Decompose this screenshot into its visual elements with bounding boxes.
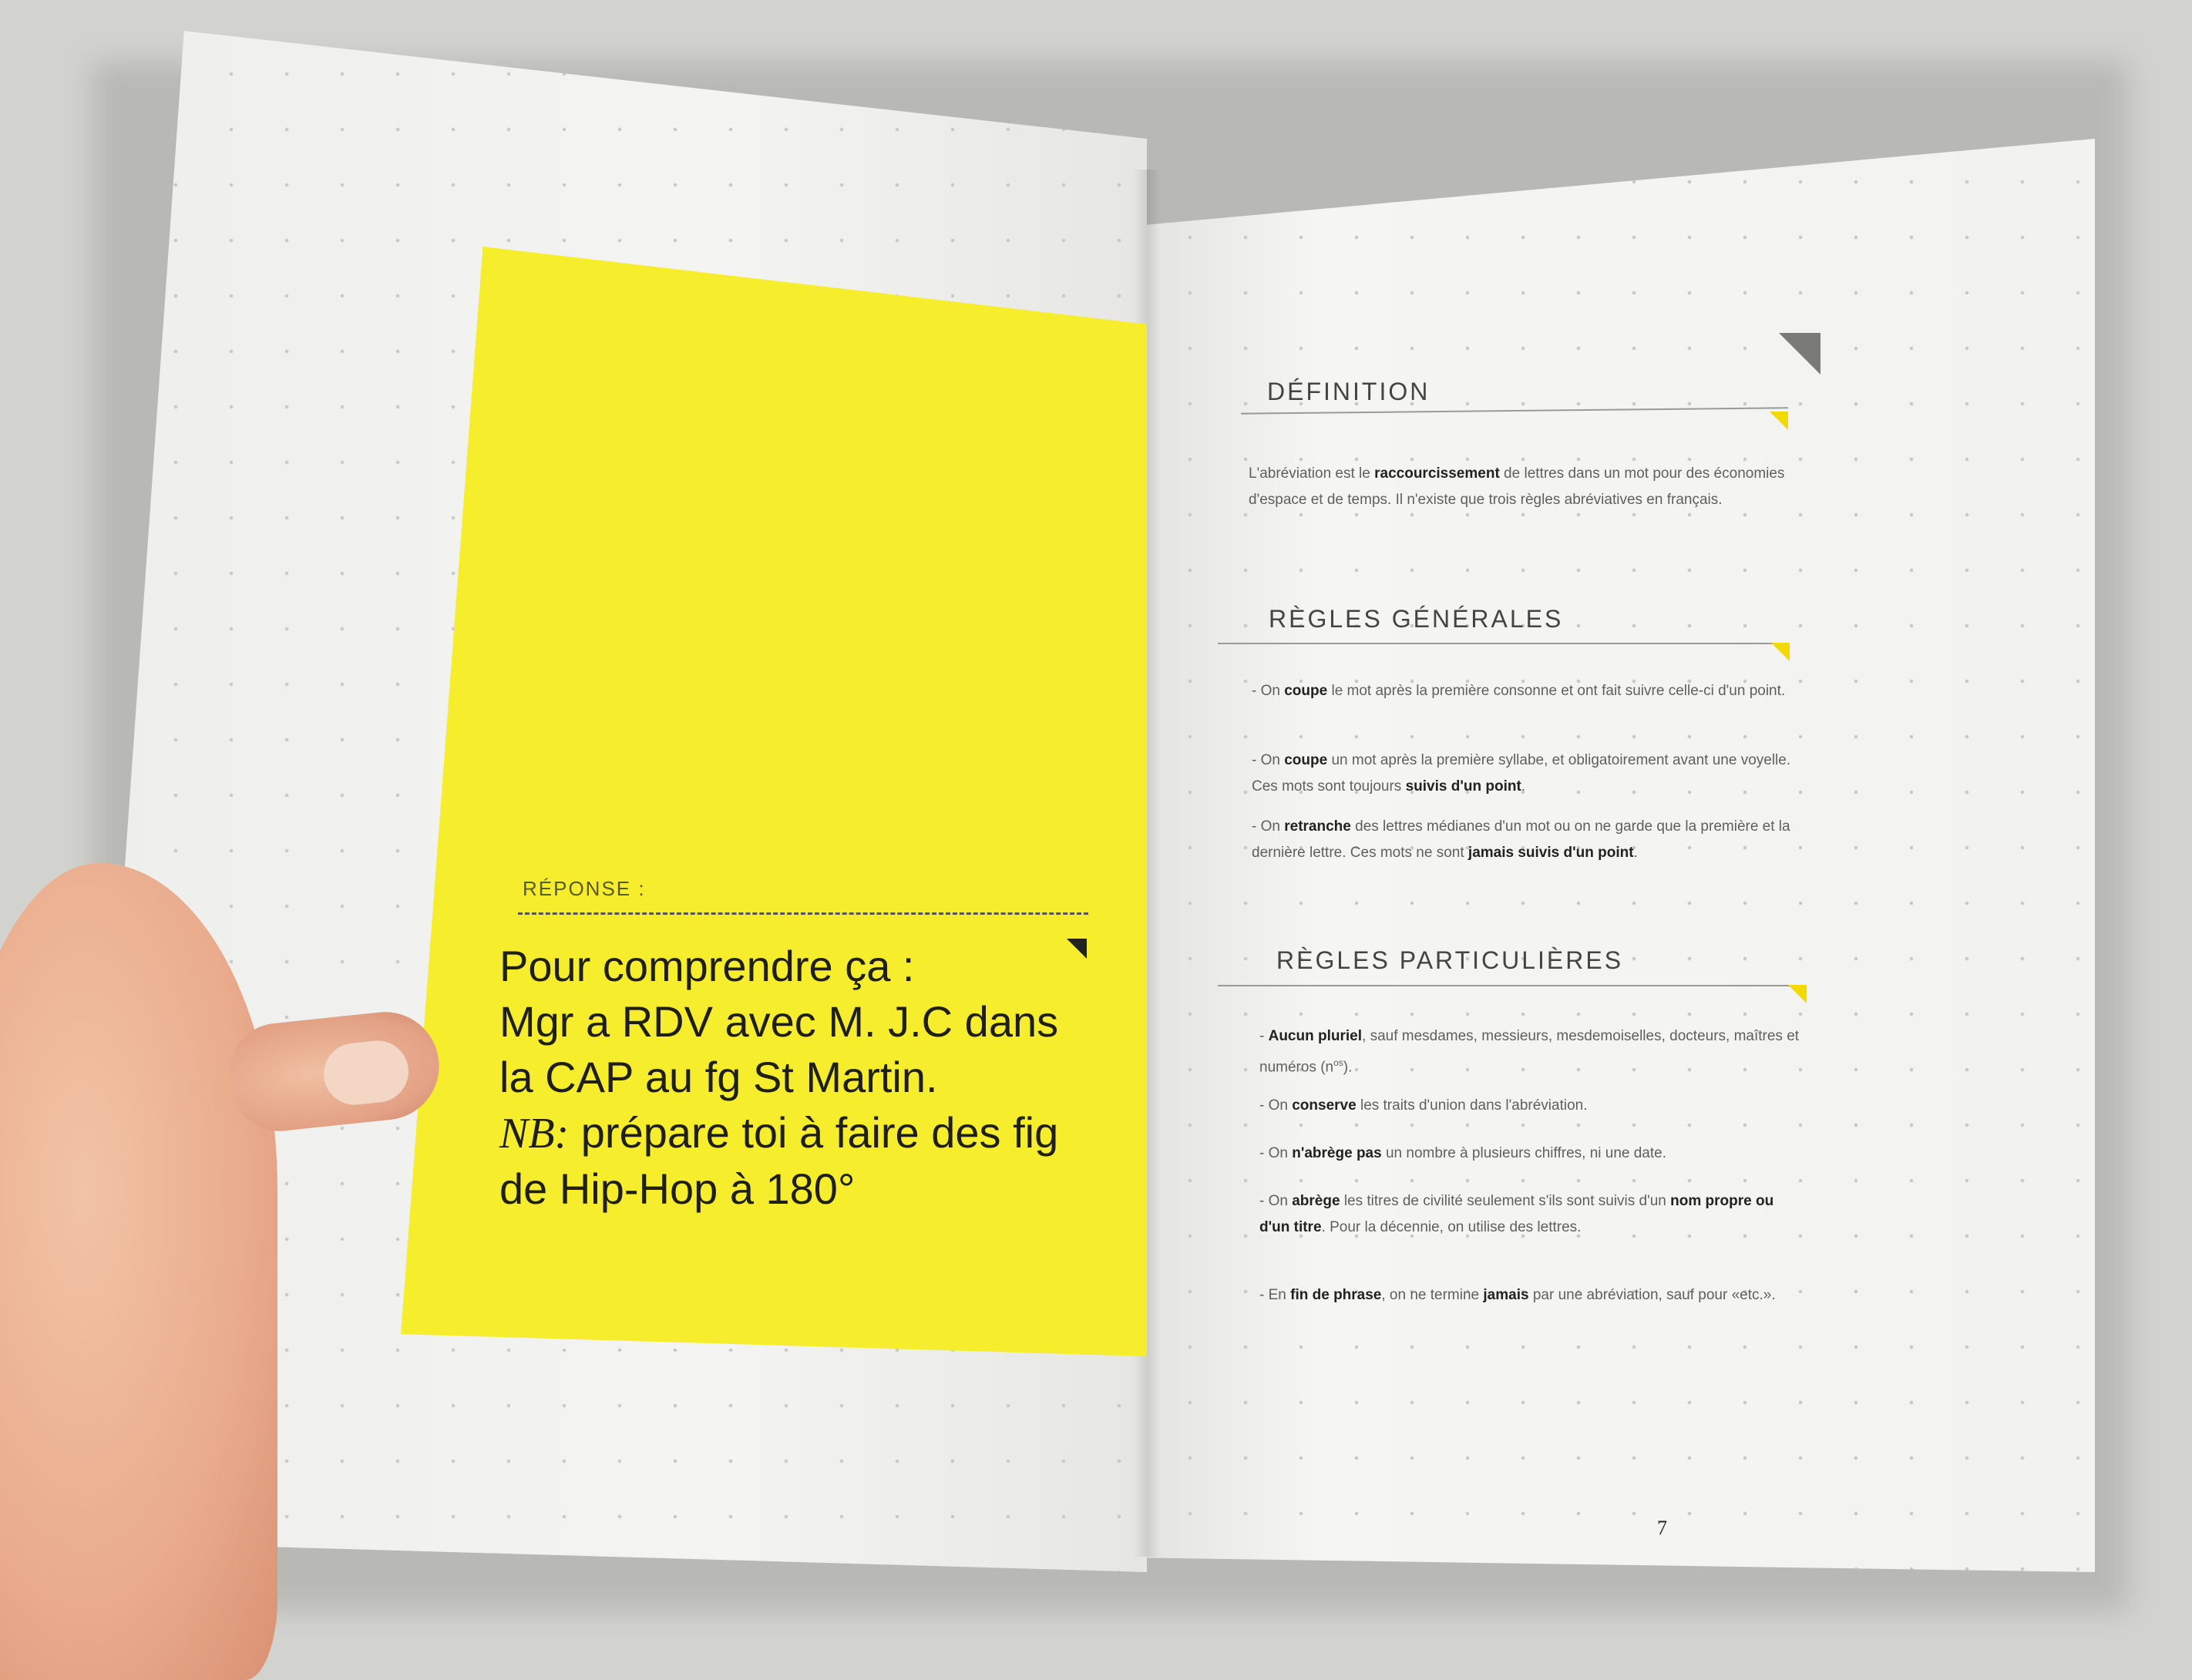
page-number: 7	[1657, 1517, 1667, 1539]
rule-bold: coupe	[1284, 683, 1328, 699]
rule-bold: suivis d'un point	[1405, 778, 1521, 795]
particular-rule-item: - On abrège les titres de civilité seule…	[1259, 1188, 1807, 1241]
rule-text: un nombre à plusieurs chiffres, ni une d…	[1381, 1145, 1666, 1161]
rule-text: , on ne termine	[1381, 1287, 1484, 1303]
definition-text-part: L'abréviation est le	[1249, 465, 1375, 482]
yellow-flag-icon	[1770, 412, 1788, 430]
answer-divider	[518, 912, 1088, 915]
particular-rule-item: - En fin de phrase, on ne termine jamais…	[1259, 1282, 1807, 1309]
rule-text: - On	[1252, 818, 1285, 835]
particular-rules-rule	[1218, 985, 1804, 986]
hand	[0, 863, 277, 1680]
rule-text: - On	[1252, 683, 1285, 699]
rule-text: - En	[1259, 1287, 1291, 1303]
rule-text: - On	[1259, 1097, 1293, 1114]
rule-text: les titres de civilité seulement s'ils s…	[1340, 1193, 1671, 1209]
yellow-flag-icon	[1771, 643, 1790, 661]
rule-text: - On	[1252, 752, 1285, 768]
nb-label: NB:	[499, 1110, 570, 1158]
rule-text: les traits d'union dans l'abréviation.	[1356, 1097, 1588, 1114]
rule-bold: fin de phrase	[1290, 1287, 1382, 1303]
general-rules-title: RÈGLES GÉNÉRALES	[1269, 605, 1564, 633]
answer-label: RÉPONSE :	[523, 877, 646, 900]
general-rules-rule	[1218, 643, 1788, 644]
definition-text: L'abréviation est le raccourcissement de…	[1249, 461, 1788, 513]
rule-text: - On	[1259, 1145, 1293, 1161]
general-rule-item: - On retranche des lettres médianes d'un…	[1252, 814, 1799, 866]
rule-text: . Pour la décennie, on utilise des lettr…	[1321, 1219, 1582, 1235]
rule-bold: abrège	[1292, 1193, 1340, 1209]
rule-text: .	[1633, 845, 1638, 861]
answer-line: de Hip-Hop à 180°	[499, 1164, 856, 1213]
rule-bold: jamais	[1483, 1287, 1529, 1303]
rule-text: -	[1259, 1028, 1269, 1044]
rule-superscript: os	[1333, 1057, 1343, 1068]
rule-bold: Aucun pluriel	[1268, 1028, 1363, 1044]
rule-bold: retranche	[1284, 818, 1351, 835]
rule-text: par une abréviation, sauf pour «etc.».	[1528, 1287, 1776, 1303]
nb-text: prépare toi à faire des fig	[569, 1108, 1059, 1157]
particular-rule-item: - On n'abrège pas un nombre à plusieurs …	[1259, 1141, 1807, 1167]
yellow-flag-icon	[1788, 985, 1807, 1003]
general-rule-item: - On coupe un mot après la première syll…	[1252, 748, 1799, 800]
answer-line: la CAP au fg St Martin.	[499, 1053, 938, 1101]
rule-bold: conserve	[1292, 1097, 1357, 1114]
answer-nb-line: NB: prépare toi à faire des fig	[499, 1105, 1131, 1161]
rule-text: ).	[1343, 1059, 1353, 1076]
answer-line: Pour comprendre ça :	[499, 942, 915, 990]
particular-rule-item: - Aucun pluriel, sauf mesdames, messieur…	[1259, 1023, 1807, 1080]
rule-bold: n'abrège pas	[1292, 1145, 1382, 1161]
definition-title: DÉFINITION	[1267, 378, 1431, 405]
rule-bold: coupe	[1284, 752, 1328, 768]
gray-corner-flag-icon	[1779, 333, 1821, 375]
rule-text: le mot après la première consonne et ont…	[1327, 683, 1786, 699]
particular-rule-item: - On conserve les traits d'union dans l'…	[1259, 1093, 1807, 1119]
general-rule-item: - On coupe le mot après la première cons…	[1252, 678, 1799, 704]
answer-text: Pour comprendre ça : Mgr a RDV avec M. J…	[499, 939, 1131, 1217]
particular-rules-title: RÈGLES PARTICULIÈRES	[1276, 946, 1624, 974]
definition-bold: raccourcissement	[1374, 465, 1500, 482]
rule-text: .	[1521, 778, 1526, 795]
rule-bold: jamais suivis d'un point	[1467, 845, 1634, 861]
answer-line: Mgr a RDV avec M. J.C dans	[499, 997, 1059, 1046]
rule-text: - On	[1259, 1193, 1293, 1209]
